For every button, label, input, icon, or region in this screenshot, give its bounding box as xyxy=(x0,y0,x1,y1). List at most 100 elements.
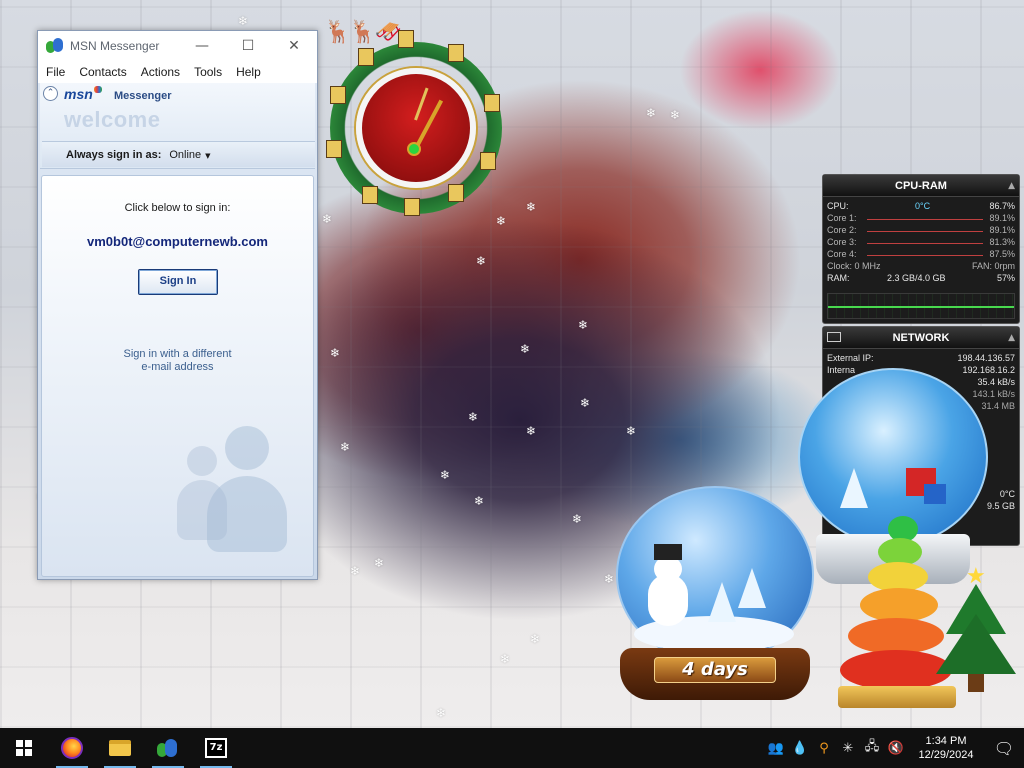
menu-help[interactable]: Help xyxy=(231,65,266,79)
core-value: 81.3% xyxy=(989,237,1015,247)
taskbar-clock[interactable]: 1:34 PM 12/29/2024 xyxy=(914,734,978,762)
snowflake-icon: ❄ xyxy=(604,572,615,586)
wreath-clock-gadget[interactable]: 🦌🦌🛷 xyxy=(318,20,518,216)
core-row: Core 2: 89.1% xyxy=(823,225,1019,237)
close-button[interactable]: ✕ xyxy=(271,31,317,61)
house-icon xyxy=(326,140,342,158)
cpu-value: 86.7% xyxy=(989,201,1015,211)
house-icon xyxy=(358,48,374,66)
monitor-icon xyxy=(827,332,841,342)
search-icon[interactable]: ⚲ xyxy=(812,728,836,768)
present-icon xyxy=(924,484,946,504)
msn-buddy-watermark xyxy=(177,426,317,556)
countdown-label: 4 days xyxy=(654,657,776,683)
usage-graph xyxy=(827,293,1015,319)
extra-size: 9.5 GB xyxy=(986,501,1015,511)
msn-header: ⌃ msn Messenger welcome Always sign in a… xyxy=(40,83,315,169)
core-row: Core 1: 89.1% xyxy=(823,213,1019,225)
fan-text: FAN: 0rpm xyxy=(971,261,1015,271)
menu-actions[interactable]: Actions xyxy=(136,65,185,79)
cpu-total-row: CPU: 0°C 86.7% xyxy=(823,201,1019,213)
external-ip-value: 198.44.136.57 xyxy=(957,353,1015,363)
countdown-snow-globe[interactable]: 4 days xyxy=(614,486,816,702)
collapse-arrow-icon[interactable]: ▲ xyxy=(1008,175,1015,197)
core-row: Core 3: 81.3% xyxy=(823,237,1019,249)
core-value: 89.1% xyxy=(989,213,1015,223)
status-dropdown[interactable]: Online ▼ xyxy=(169,149,210,161)
snowflake-icon: ❄ xyxy=(350,564,361,578)
cpu-ram-gadget[interactable]: CPU-RAM ▲ CPU: 0°C 86.7% Core 1: 89.1% Cor… xyxy=(822,174,1020,324)
ram-usage: 2.3 GB/4.0 GB xyxy=(887,273,946,283)
chevron-up-icon[interactable]: ⌃ xyxy=(43,86,58,101)
folder-icon xyxy=(109,740,131,756)
house-icon xyxy=(448,184,464,202)
msn-tray-icon[interactable]: 👥 xyxy=(764,728,788,768)
house-icon xyxy=(330,86,346,104)
window-title: MSN Messenger xyxy=(70,39,160,53)
snowflake-icon: ❄ xyxy=(238,14,249,28)
snowflake-icon: ❄ xyxy=(474,494,485,508)
volume-muted-icon[interactable]: 🔇 xyxy=(884,728,908,768)
ram-label: RAM: xyxy=(827,273,850,283)
taskbar-7zip[interactable]: 7z xyxy=(192,728,240,768)
core-label: Core 3: xyxy=(827,237,857,247)
taskbar-firefox[interactable] xyxy=(48,728,96,768)
house-icon xyxy=(448,44,464,62)
msn-product-name: Messenger xyxy=(114,90,172,102)
clock-text: Clock: 0 MHz xyxy=(827,261,881,271)
msn-logo: msn xyxy=(64,86,102,102)
snowflake-icon: ❄ xyxy=(340,440,351,454)
snowflake-icon: ❄ xyxy=(440,468,451,482)
snow-tree-icon xyxy=(708,582,736,622)
system-tray: 👥 💧 ⚲ ✳ 🖧 🔇 1:34 PM 12/29/2024 🗨 xyxy=(764,728,1024,768)
clock-face xyxy=(356,68,476,188)
snowflake-icon: ❄ xyxy=(526,200,537,214)
msn-messenger-window[interactable]: MSN Messenger — ☐ ✕ File Contacts Action… xyxy=(37,30,318,580)
snowflake-icon: ❄ xyxy=(496,214,507,228)
collapse-arrow-icon[interactable]: ▲ xyxy=(1008,327,1015,349)
christmas-tree-icon: ★ xyxy=(930,564,1022,710)
7zip-icon: 7z xyxy=(205,738,227,758)
core-row: Core 4: 87.5% xyxy=(823,249,1019,261)
external-ip-label: External IP: xyxy=(827,353,874,363)
sign-in-button[interactable]: Sign In xyxy=(138,269,218,295)
house-icon xyxy=(484,94,500,112)
start-button[interactable] xyxy=(0,728,48,768)
core-bar xyxy=(867,231,983,232)
menu-tools[interactable]: Tools xyxy=(189,65,227,79)
core-bar xyxy=(867,219,983,220)
different-email-link[interactable]: Sign in with a different e-mail address xyxy=(42,348,313,374)
core-label: Core 2: xyxy=(827,225,857,235)
extra-temp: 0°C xyxy=(999,489,1015,499)
menu-file[interactable]: File xyxy=(41,65,70,79)
notification-icon[interactable]: 🗨 xyxy=(984,728,1024,768)
clock-fan-row: Clock: 0 MHz FAN: 0rpm xyxy=(823,261,1019,273)
windows-logo-icon xyxy=(16,740,32,756)
cpu-label: CPU: xyxy=(827,201,849,211)
sign-in-as-bar: Always sign in as: Online ▼ xyxy=(42,141,315,167)
snowflake-icon: ❄ xyxy=(374,556,385,570)
house-icon xyxy=(404,198,420,216)
snowflake-icon: ❄ xyxy=(670,108,681,122)
minimize-button[interactable]: — xyxy=(179,31,225,61)
snowflake-icon: ❄ xyxy=(520,342,531,356)
taskbar-file-explorer[interactable] xyxy=(96,728,144,768)
house-icon xyxy=(362,186,378,204)
account-email: vm0b0t@computernewb.com xyxy=(87,234,268,249)
snowflake-icon: ❄ xyxy=(436,706,447,720)
snowflake-icon: ❄ xyxy=(578,318,589,332)
menu-contacts[interactable]: Contacts xyxy=(74,65,131,79)
droplet-icon[interactable]: 💧 xyxy=(788,728,812,768)
clock-date: 12/29/2024 xyxy=(918,749,974,761)
maximize-button[interactable]: ☐ xyxy=(225,31,271,61)
snowflake-tray-icon[interactable]: ✳ xyxy=(836,728,860,768)
network-icon[interactable]: 🖧 xyxy=(860,728,884,768)
title-bar[interactable]: MSN Messenger — ☐ ✕ xyxy=(38,31,317,61)
clock-hub xyxy=(407,142,421,156)
taskbar-msn-messenger[interactable] xyxy=(144,728,192,768)
house-icon xyxy=(480,152,496,170)
ram-row: RAM: 2.3 GB/4.0 GB 57% xyxy=(823,273,1019,285)
snowflake-icon: ❄ xyxy=(646,106,657,120)
taskbar: 7z 👥 💧 ⚲ ✳ 🖧 🔇 1:34 PM 12/29/2024 🗨 xyxy=(0,728,1024,768)
snowflake-icon: ❄ xyxy=(572,512,583,526)
